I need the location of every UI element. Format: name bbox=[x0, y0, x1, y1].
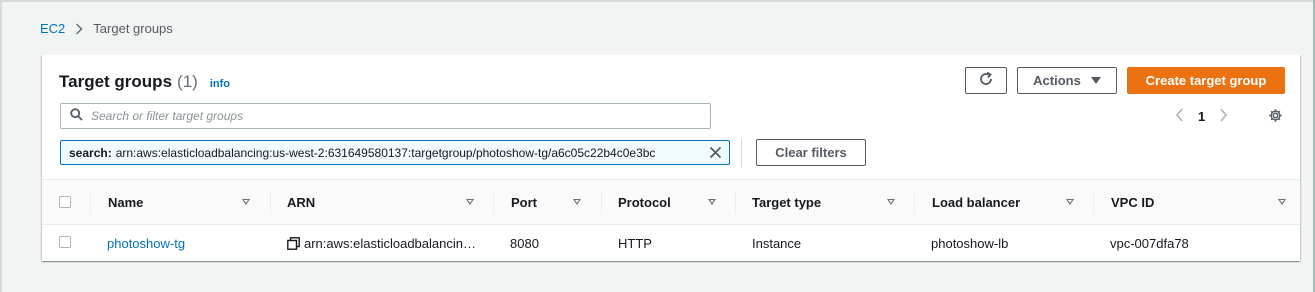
search-placeholder: Search or filter target groups bbox=[91, 109, 244, 123]
sort-icon[interactable] bbox=[573, 199, 581, 205]
search-icon bbox=[70, 108, 83, 124]
create-target-group-button[interactable]: Create target group bbox=[1127, 67, 1285, 94]
sort-icon[interactable] bbox=[466, 199, 474, 205]
filter-token-value: arn:aws:elasticloadbalancing:us-west-2:6… bbox=[115, 145, 656, 160]
actions-button[interactable]: Actions bbox=[1017, 67, 1117, 94]
gear-icon[interactable] bbox=[1268, 108, 1283, 126]
current-page-number[interactable]: 1 bbox=[1198, 109, 1205, 124]
info-link[interactable]: info bbox=[210, 78, 230, 90]
vpc-id-cell: vpc-007dfa78 bbox=[1110, 236, 1189, 251]
column-header-arn[interactable]: ARN bbox=[287, 195, 315, 210]
chevron-right-icon bbox=[75, 22, 83, 35]
arn-cell: arn:aws:elasticloadbalancin… bbox=[287, 236, 476, 251]
refresh-button[interactable] bbox=[965, 67, 1007, 94]
target-type-cell: Instance bbox=[752, 236, 802, 251]
column-header-vpc-id[interactable]: VPC ID bbox=[1111, 195, 1154, 210]
load-balancer-cell: photoshow-lb bbox=[931, 236, 1009, 251]
search-input[interactable]: Search or filter target groups bbox=[60, 103, 711, 129]
column-divider bbox=[493, 192, 494, 214]
sort-icon[interactable] bbox=[887, 199, 895, 205]
left-border bbox=[0, 0, 2, 292]
column-divider bbox=[601, 192, 602, 214]
filter-token-label: search: bbox=[69, 145, 112, 160]
close-icon[interactable] bbox=[708, 145, 723, 163]
sort-icon[interactable] bbox=[708, 199, 716, 205]
column-divider bbox=[90, 192, 91, 214]
copy-icon[interactable] bbox=[287, 237, 300, 250]
column-divider bbox=[1093, 192, 1094, 214]
target-group-name-link[interactable]: photoshow-tg bbox=[107, 236, 185, 251]
arn-value: arn:aws:elasticloadbalancin… bbox=[304, 236, 476, 251]
top-border bbox=[0, 0, 1315, 2]
column-header-load-balancer[interactable]: Load balancer bbox=[932, 195, 1020, 210]
target-groups-panel: Target groups (1) info Actions Create ta… bbox=[42, 55, 1300, 261]
column-header-name[interactable]: Name bbox=[108, 195, 143, 210]
filter-divider bbox=[741, 139, 742, 167]
table-row[interactable]: photoshow-tg arn:aws:elasticloadbalancin… bbox=[42, 225, 1300, 260]
breadcrumb-current: Target groups bbox=[93, 21, 173, 36]
select-all-checkbox[interactable] bbox=[59, 196, 71, 208]
chevron-right-icon[interactable] bbox=[1219, 108, 1228, 125]
filter-token[interactable]: search: arn:aws:elasticloadbalancing:us-… bbox=[60, 140, 730, 165]
column-divider bbox=[914, 192, 915, 214]
caret-down-icon bbox=[1090, 77, 1101, 84]
refresh-icon bbox=[978, 71, 994, 90]
sort-icon[interactable] bbox=[242, 199, 250, 205]
page-title: Target groups (1) info bbox=[59, 72, 230, 92]
column-divider bbox=[270, 192, 271, 214]
sort-icon[interactable] bbox=[1066, 199, 1074, 205]
breadcrumb: EC2 Target groups bbox=[40, 21, 173, 36]
clear-filters-button[interactable]: Clear filters bbox=[756, 139, 866, 166]
column-divider bbox=[735, 192, 736, 214]
port-cell: 8080 bbox=[510, 236, 539, 251]
column-header-target-type[interactable]: Target type bbox=[752, 195, 821, 210]
column-header-protocol[interactable]: Protocol bbox=[618, 195, 671, 210]
pagination: 1 bbox=[1175, 108, 1228, 125]
table-header: Name ARN Port Protocol Target type Load … bbox=[42, 179, 1300, 225]
title-text: Target groups bbox=[59, 72, 173, 91]
sort-icon[interactable] bbox=[1278, 199, 1286, 205]
protocol-cell: HTTP bbox=[618, 236, 652, 251]
row-checkbox[interactable] bbox=[59, 236, 71, 248]
breadcrumb-ec2-link[interactable]: EC2 bbox=[40, 21, 65, 36]
column-header-port[interactable]: Port bbox=[511, 195, 537, 210]
chevron-left-icon[interactable] bbox=[1175, 108, 1184, 125]
actions-label: Actions bbox=[1033, 73, 1081, 88]
title-count: (1) bbox=[177, 72, 198, 91]
